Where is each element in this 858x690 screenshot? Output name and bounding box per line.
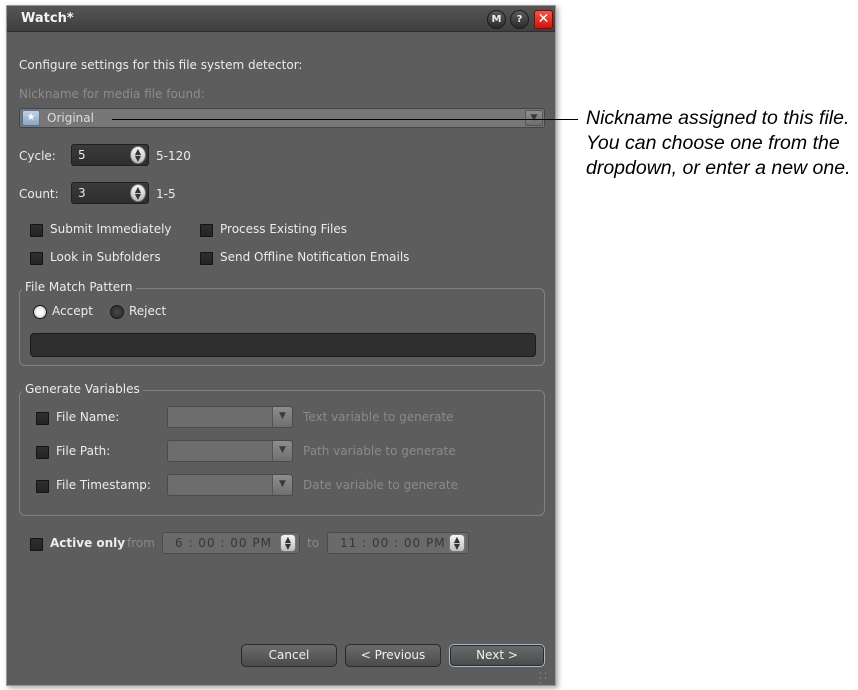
active-only-label[interactable]: Active only: [50, 536, 125, 550]
count-label: Count:: [19, 187, 59, 201]
count-range: 1-5: [156, 187, 176, 201]
file-timestamp-placeholder: Date variable to generate: [303, 478, 458, 492]
file-name-combobox[interactable]: ▼: [167, 406, 293, 428]
file-name-label[interactable]: File Name:: [56, 410, 119, 424]
title-bar[interactable]: Watch* M ? ✕: [7, 6, 555, 32]
count-spinbox[interactable]: 3 ▲ ▼: [71, 182, 149, 204]
process-existing-checkbox[interactable]: [200, 224, 213, 237]
cycle-label: Cycle:: [19, 149, 56, 163]
reject-label[interactable]: Reject: [129, 304, 166, 318]
cycle-value[interactable]: 5: [78, 148, 86, 162]
file-match-title: File Match Pattern: [22, 280, 136, 294]
pattern-input[interactable]: [30, 333, 536, 357]
window-title: Watch*: [21, 11, 74, 26]
count-value[interactable]: 3: [78, 186, 86, 200]
active-only-checkbox[interactable]: [30, 538, 43, 551]
count-spin-icon[interactable]: ▲ ▼: [130, 184, 146, 202]
close-button[interactable]: ✕: [534, 10, 553, 29]
next-button[interactable]: Next >: [449, 644, 545, 667]
chevron-down-icon[interactable]: ▼: [272, 407, 292, 427]
to-time-input[interactable]: 11 : 00 : 00 PM ▲ ▼: [327, 532, 469, 554]
process-existing-label[interactable]: Process Existing Files: [220, 222, 347, 236]
watch-window: Watch* M ? ✕ Configure settings for this…: [6, 5, 556, 688]
callout-text: Nickname assigned to this file. You can …: [586, 107, 851, 179]
help-button[interactable]: ?: [510, 10, 529, 29]
file-path-checkbox[interactable]: [36, 446, 49, 459]
m-button[interactable]: M: [487, 10, 506, 29]
from-time-spin-icon[interactable]: ▲ ▼: [280, 534, 296, 552]
intro-text: Configure settings for this file system …: [19, 58, 303, 72]
cancel-button[interactable]: Cancel: [241, 644, 337, 667]
cycle-spin-icon[interactable]: ▲ ▼: [130, 146, 146, 164]
chevron-down-icon[interactable]: ▼: [272, 475, 292, 495]
nickname-value[interactable]: Original: [47, 111, 94, 125]
to-time-value[interactable]: 11 : 00 : 00 PM: [340, 536, 446, 550]
submit-immediately-checkbox[interactable]: [30, 224, 43, 237]
previous-button[interactable]: < Previous: [345, 644, 441, 667]
to-time-spin-icon[interactable]: ▲ ▼: [449, 534, 465, 552]
file-path-combobox[interactable]: ▼: [167, 440, 293, 462]
resize-grip-icon[interactable]: · · · · ·: [539, 670, 551, 688]
look-in-subfolders-label[interactable]: Look in Subfolders: [50, 250, 161, 264]
from-time-input[interactable]: 6 : 00 : 00 PM ▲ ▼: [162, 532, 300, 554]
send-offline-checkbox[interactable]: [200, 252, 213, 265]
file-name-checkbox[interactable]: [36, 412, 49, 425]
reject-radio[interactable]: [110, 305, 124, 319]
file-timestamp-label[interactable]: File Timestamp:: [56, 478, 151, 492]
cycle-spinbox[interactable]: 5 ▲ ▼: [71, 144, 149, 166]
chevron-down-icon[interactable]: ▼: [272, 441, 292, 461]
accept-label[interactable]: Accept: [52, 304, 93, 318]
nickname-label: Nickname for media file found:: [19, 87, 205, 101]
from-label: from: [127, 536, 155, 550]
chevron-down-icon[interactable]: ▼: [525, 110, 543, 126]
send-offline-label[interactable]: Send Offline Notification Emails: [220, 250, 409, 264]
look-in-subfolders-checkbox[interactable]: [30, 252, 43, 265]
submit-immediately-label[interactable]: Submit Immediately: [50, 222, 172, 236]
callout-line: [112, 119, 578, 120]
file-path-placeholder: Path variable to generate: [303, 444, 456, 458]
media-file-icon: ★: [22, 110, 40, 126]
file-timestamp-checkbox[interactable]: [36, 480, 49, 493]
file-path-label[interactable]: File Path:: [56, 444, 110, 458]
accept-radio[interactable]: [33, 305, 47, 319]
from-time-value[interactable]: 6 : 00 : 00 PM: [175, 536, 272, 550]
file-name-placeholder: Text variable to generate: [303, 410, 454, 424]
nickname-combobox[interactable]: ★ Original ▼: [19, 108, 545, 128]
generate-variables-title: Generate Variables: [22, 382, 143, 396]
to-label: to: [307, 536, 320, 550]
cycle-range: 5-120: [156, 149, 191, 163]
file-timestamp-combobox[interactable]: ▼: [167, 474, 293, 496]
